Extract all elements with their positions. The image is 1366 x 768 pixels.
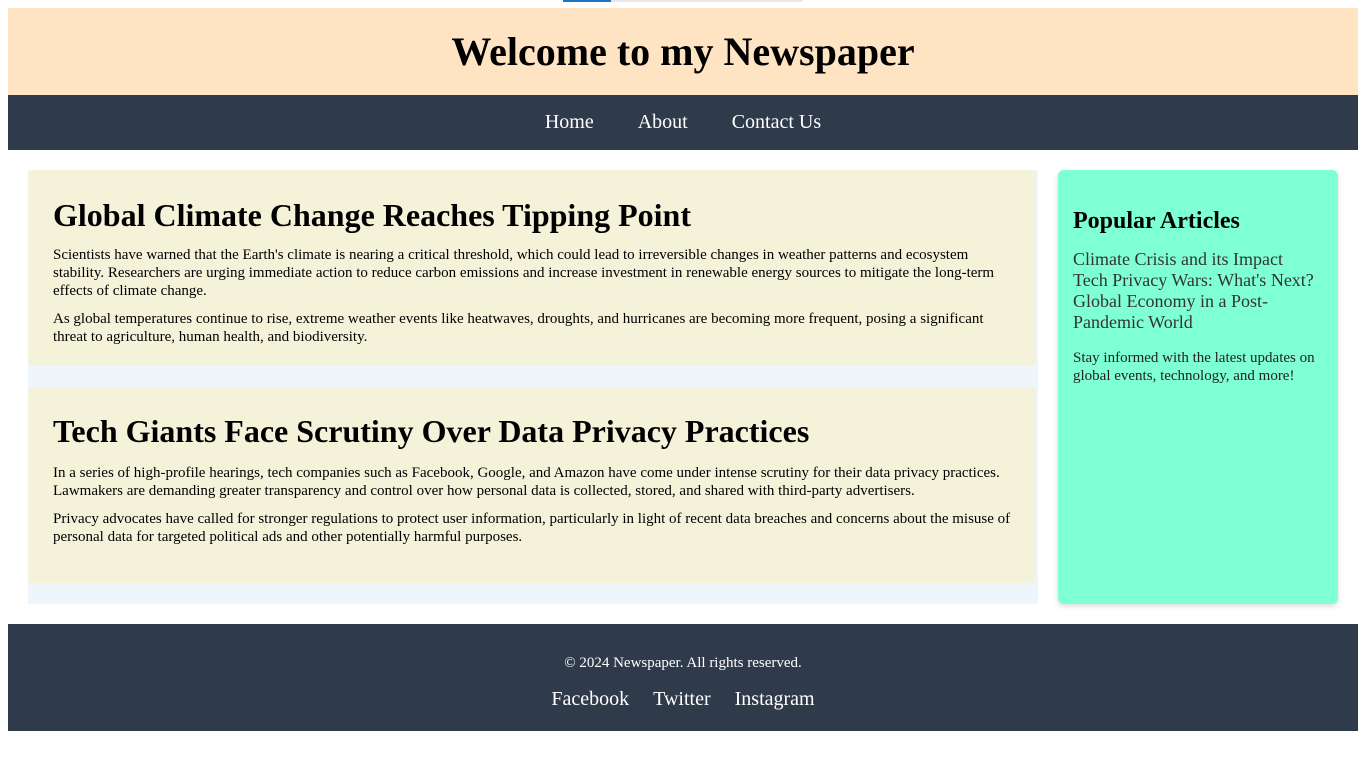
nav-link-about[interactable]: About [638,111,688,134]
site-title: Welcome to my Newspaper [451,29,915,74]
article-card: Tech Giants Face Scrutiny Over Data Priv… [28,387,1036,583]
page: Welcome to my Newspaper Home About Conta… [0,0,1366,768]
nav-link-contact-us[interactable]: Contact Us [732,111,821,134]
popular-article-item[interactable]: Climate Crisis and its Impact [1073,249,1323,270]
copyright-text: © 2024 Newspaper. All rights reserved. [564,655,802,671]
site-header: Welcome to my Newspaper [8,8,1358,95]
popular-articles-list: Climate Crisis and its Impact Tech Priva… [1073,249,1323,333]
active-tab-indicator [563,0,611,2]
popular-article-item[interactable]: Global Economy in a Post-Pandemic World [1073,291,1323,333]
article-title: Global Climate Change Reaches Tipping Po… [53,197,691,233]
popular-article-item[interactable]: Tech Privacy Wars: What's Next? [1073,270,1323,291]
main-content: Global Climate Change Reaches Tipping Po… [28,170,1038,604]
social-link-instagram[interactable]: Instagram [735,688,815,711]
article-card: Global Climate Change Reaches Tipping Po… [28,170,1036,366]
article-paragraph: As global temperatures continue to rise,… [53,311,984,346]
sidebar-title: Popular Articles [1073,208,1240,234]
article-paragraph: In a series of high-profile hearings, te… [53,465,1000,500]
site-footer: © 2024 Newspaper. All rights reserved. F… [8,624,1358,731]
social-link-facebook[interactable]: Facebook [551,688,629,711]
nav-link-home[interactable]: Home [545,111,594,134]
article-title: Tech Giants Face Scrutiny Over Data Priv… [53,413,810,449]
sidebar-note: Stay informed with the latest updates on… [1073,350,1315,384]
popular-articles-sidebar: Popular Articles Climate Crisis and its … [1058,170,1338,604]
social-links: Facebook Twitter Instagram [8,688,1358,711]
article-paragraph: Scientists have warned that the Earth's … [53,247,995,300]
social-link-twitter[interactable]: Twitter [653,688,710,711]
article-paragraph: Privacy advocates have called for strong… [53,511,1011,546]
main-nav: Home About Contact Us [8,95,1358,150]
browser-tab-strip [563,0,803,2]
